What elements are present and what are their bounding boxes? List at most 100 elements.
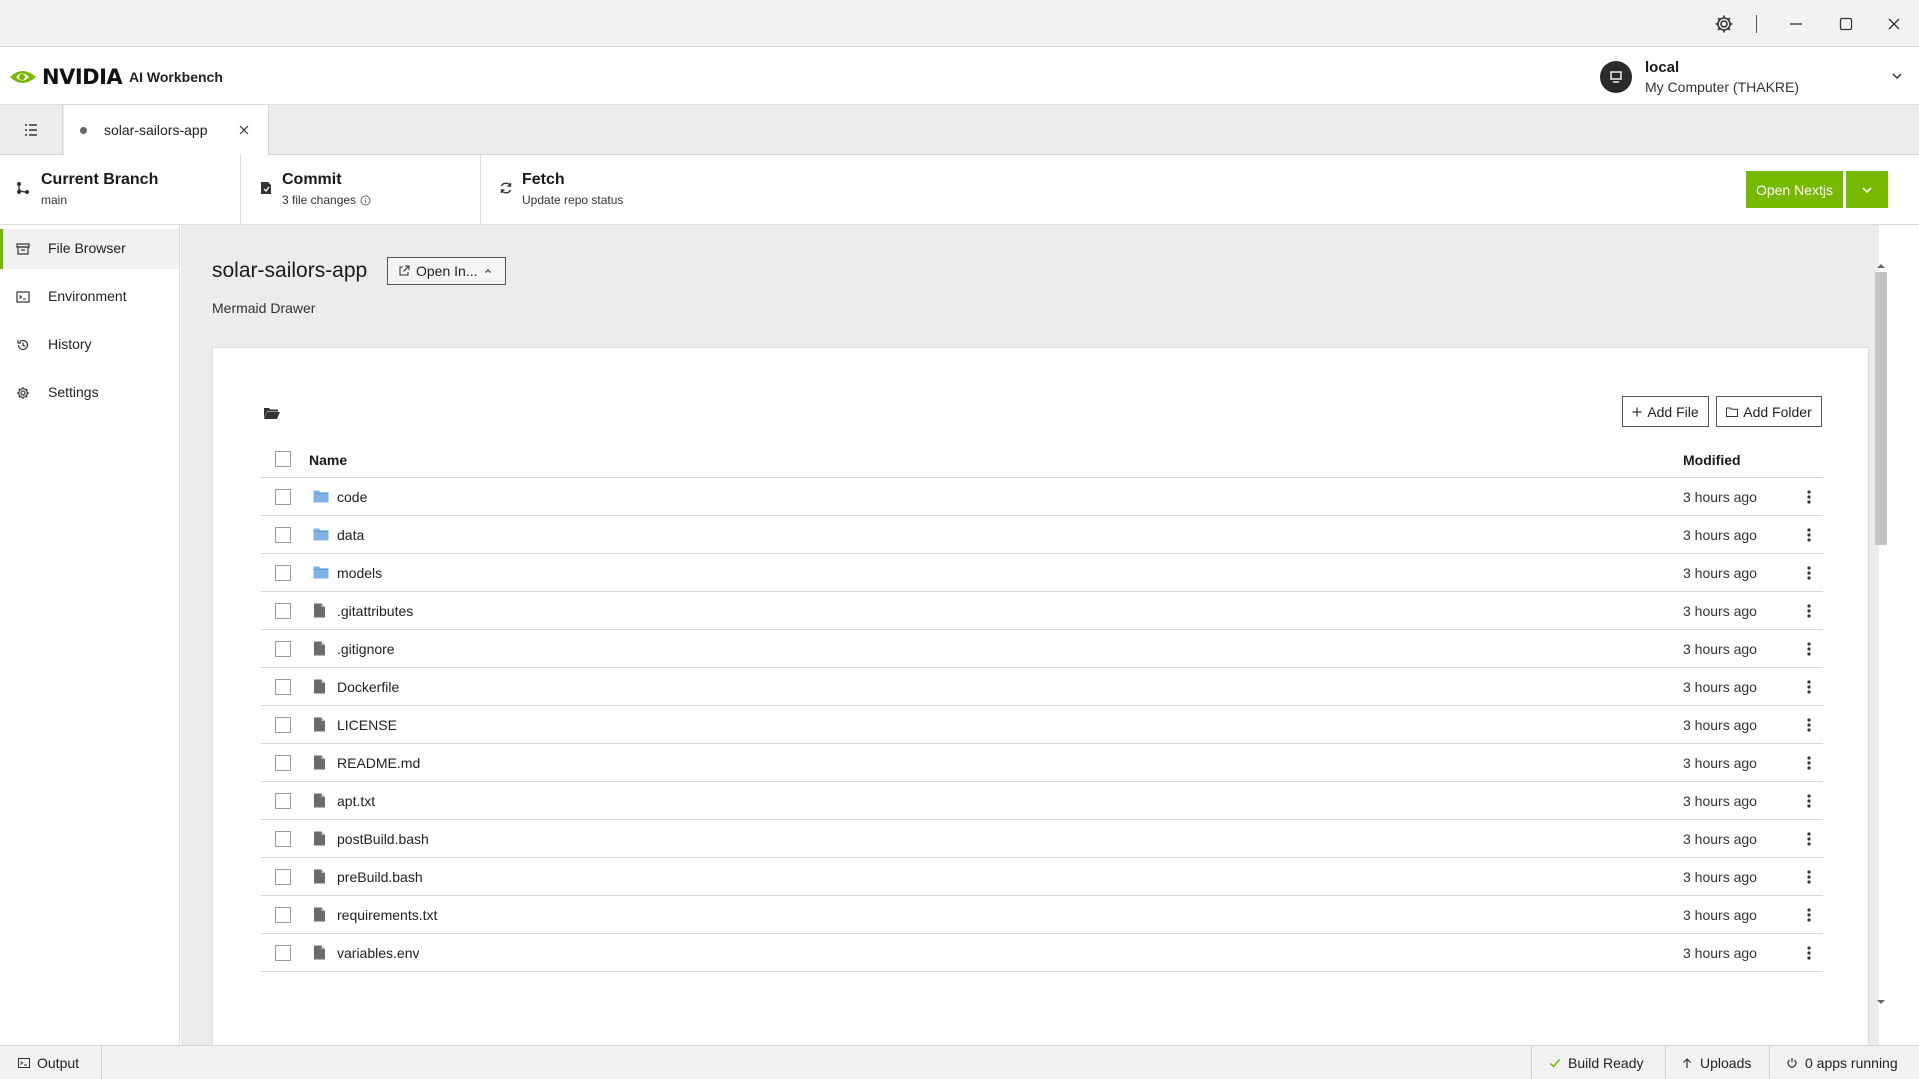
minimize-icon[interactable] (1784, 12, 1808, 36)
info-icon[interactable] (360, 195, 371, 206)
row-name[interactable]: models (337, 565, 382, 581)
open-nextjs-button[interactable]: Open Nextjs (1746, 171, 1843, 208)
row-checkbox[interactable] (275, 527, 291, 543)
table-row[interactable]: README.md 3 hours ago (261, 744, 1823, 782)
table-row[interactable]: Dockerfile 3 hours ago (261, 668, 1823, 706)
file-icon (313, 907, 326, 925)
row-name[interactable]: README.md (337, 755, 420, 771)
row-modified: 3 hours ago (1683, 717, 1757, 733)
more-vertical-icon[interactable] (1799, 715, 1819, 735)
row-modified: 3 hours ago (1683, 793, 1757, 809)
folder-open-icon[interactable] (263, 406, 281, 420)
maximize-icon[interactable] (1834, 12, 1858, 36)
apps-running-status[interactable]: 0 apps running (1786, 1046, 1898, 1079)
table-row[interactable]: .gitignore 3 hours ago (261, 630, 1823, 668)
table-row[interactable]: postBuild.bash 3 hours ago (261, 820, 1823, 858)
row-name[interactable]: Dockerfile (337, 679, 399, 695)
row-checkbox[interactable] (275, 907, 291, 923)
row-checkbox[interactable] (275, 489, 291, 505)
row-name[interactable]: data (337, 527, 364, 543)
row-name[interactable]: variables.env (337, 945, 420, 961)
commit-button[interactable]: Commit 3 file changes (241, 155, 481, 225)
more-vertical-icon[interactable] (1799, 791, 1819, 811)
more-vertical-icon[interactable] (1799, 639, 1819, 659)
close-icon[interactable] (234, 120, 254, 140)
table-row[interactable]: variables.env 3 hours ago (261, 934, 1823, 972)
scroll-up-icon[interactable] (1875, 262, 1887, 270)
sidebar-item-history[interactable]: History (0, 325, 179, 365)
row-checkbox[interactable] (275, 831, 291, 847)
row-checkbox[interactable] (275, 565, 291, 581)
row-checkbox[interactable] (275, 793, 291, 809)
add-file-button[interactable]: Add File (1622, 396, 1709, 427)
row-checkbox[interactable] (275, 717, 291, 733)
row-name[interactable]: .gitattributes (337, 603, 413, 619)
more-vertical-icon[interactable] (1799, 943, 1819, 963)
row-checkbox[interactable] (275, 945, 291, 961)
open-in-button[interactable]: Open In... (387, 257, 506, 285)
terminal-icon (18, 1058, 30, 1068)
context-selector[interactable]: local My Computer (THAKRE) (1600, 59, 1910, 95)
table-row[interactable]: models 3 hours ago (261, 554, 1823, 592)
column-header-modified[interactable]: Modified (1683, 452, 1741, 468)
scrollbar-thumb[interactable] (1875, 272, 1887, 545)
add-folder-label: Add Folder (1743, 403, 1812, 420)
status-bar: Output Build Ready Uploads 0 apps runnin… (0, 1045, 1919, 1079)
column-header-name[interactable]: Name (309, 452, 347, 468)
more-vertical-icon[interactable] (1799, 601, 1819, 621)
fetch-button[interactable]: Fetch Update repo status (481, 155, 721, 225)
close-icon[interactable] (1882, 12, 1906, 36)
output-button[interactable]: Output (18, 1046, 79, 1079)
sidebar-item-settings[interactable]: Settings (0, 373, 179, 413)
row-checkbox[interactable] (275, 755, 291, 771)
row-modified: 3 hours ago (1683, 907, 1757, 923)
scroll-down-icon[interactable] (1875, 998, 1887, 1006)
table-row[interactable]: .gitattributes 3 hours ago (261, 592, 1823, 630)
external-link-icon (399, 265, 410, 276)
uploads-button[interactable]: Uploads (1681, 1046, 1751, 1079)
row-checkbox[interactable] (275, 641, 291, 657)
table-row[interactable]: preBuild.bash 3 hours ago (261, 858, 1823, 896)
more-vertical-icon[interactable] (1799, 867, 1819, 887)
current-branch-button[interactable]: Current Branch main (0, 155, 241, 225)
chevron-down-icon[interactable] (1890, 69, 1904, 86)
row-name[interactable]: .gitignore (337, 641, 395, 657)
row-modified: 3 hours ago (1683, 527, 1757, 543)
table-row[interactable]: requirements.txt 3 hours ago (261, 896, 1823, 934)
sidebar-item-environment[interactable]: Environment (0, 277, 179, 317)
row-name[interactable]: code (337, 489, 367, 505)
row-modified: 3 hours ago (1683, 489, 1757, 505)
tab-solar-sailors-app[interactable]: solar-sailors-app (64, 105, 269, 155)
row-checkbox[interactable] (275, 869, 291, 885)
build-status[interactable]: Build Ready (1549, 1046, 1644, 1079)
more-vertical-icon[interactable] (1799, 829, 1819, 849)
more-vertical-icon[interactable] (1799, 677, 1819, 697)
table-row[interactable]: LICENSE 3 hours ago (261, 706, 1823, 744)
open-app-dropdown-button[interactable] (1846, 171, 1888, 208)
nvidia-eye-icon (10, 71, 36, 83)
row-checkbox[interactable] (275, 603, 291, 619)
table-row[interactable]: data 3 hours ago (261, 516, 1823, 554)
tab-strip: solar-sailors-app (0, 105, 1919, 155)
row-name[interactable]: postBuild.bash (337, 831, 429, 847)
row-name[interactable]: requirements.txt (337, 907, 437, 923)
row-name[interactable]: preBuild.bash (337, 869, 423, 885)
add-folder-button[interactable]: Add Folder (1716, 396, 1822, 427)
row-checkbox[interactable] (275, 679, 291, 695)
gear-icon (17, 387, 29, 399)
table-row[interactable]: code 3 hours ago (261, 478, 1823, 516)
row-name[interactable]: LICENSE (337, 717, 397, 733)
sidebar-item-file-browser[interactable]: File Browser (0, 229, 179, 269)
table-row[interactable]: apt.txt 3 hours ago (261, 782, 1823, 820)
select-all-checkbox[interactable] (275, 451, 291, 467)
gear-icon[interactable] (1712, 12, 1736, 36)
more-vertical-icon[interactable] (1799, 563, 1819, 583)
more-vertical-icon[interactable] (1799, 905, 1819, 925)
row-name[interactable]: apt.txt (337, 793, 375, 809)
window-titlebar (0, 0, 1919, 47)
more-vertical-icon[interactable] (1799, 487, 1819, 507)
more-vertical-icon[interactable] (1799, 525, 1819, 545)
more-vertical-icon[interactable] (1799, 753, 1819, 773)
tab-list-icon[interactable] (0, 105, 63, 155)
file-icon (313, 793, 326, 811)
